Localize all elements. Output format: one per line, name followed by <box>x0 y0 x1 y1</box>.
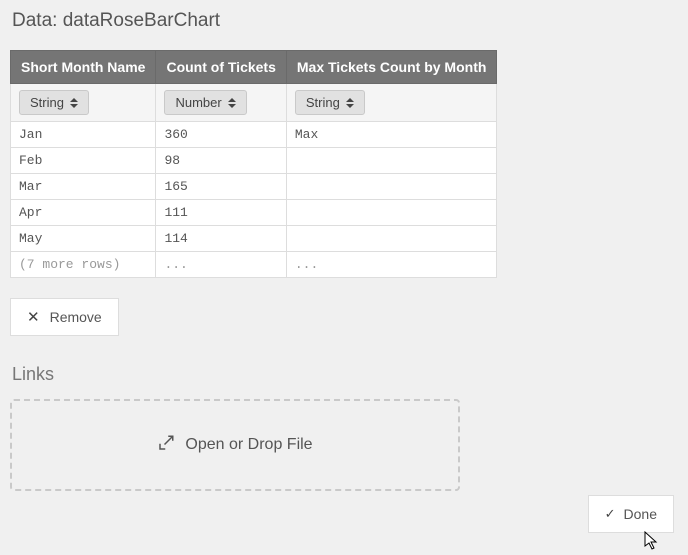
cell: Max <box>286 122 497 148</box>
cell: Feb <box>11 148 156 174</box>
table-row: Apr 111 <box>11 200 497 226</box>
close-icon: ✕ <box>27 310 40 325</box>
open-drop-file[interactable]: Open or Drop File <box>10 399 460 491</box>
links-title: Links <box>10 364 678 385</box>
remove-label: Remove <box>50 309 102 325</box>
cell: 114 <box>156 226 286 252</box>
table-row: Jan 360 Max <box>11 122 497 148</box>
type-row: String Number String <box>11 84 497 122</box>
cell <box>286 174 497 200</box>
open-file-icon <box>157 434 175 457</box>
column-header-short-month[interactable]: Short Month Name <box>11 51 156 84</box>
cursor-icon <box>644 531 660 551</box>
table-header-row: Short Month Name Count of Tickets Max Ti… <box>11 51 497 84</box>
done-button[interactable]: ✓ Done <box>588 495 674 533</box>
cell: 360 <box>156 122 286 148</box>
cell: 165 <box>156 174 286 200</box>
table-row: Feb 98 <box>11 148 497 174</box>
cell <box>286 200 497 226</box>
cell: Apr <box>11 200 156 226</box>
column-header-count[interactable]: Count of Tickets <box>156 51 286 84</box>
sort-icon <box>70 98 78 108</box>
dropzone-label: Open or Drop File <box>185 436 312 454</box>
cell-more: (7 more rows) <box>11 252 156 278</box>
type-label: Number <box>175 95 221 110</box>
done-label: Done <box>624 506 657 522</box>
type-label: String <box>30 95 64 110</box>
type-pill-col2[interactable]: Number <box>164 90 246 115</box>
data-title: Data: dataRoseBarChart <box>10 10 678 32</box>
cell: 98 <box>156 148 286 174</box>
type-label: String <box>306 95 340 110</box>
table-row-more: (7 more rows) ... ... <box>11 252 497 278</box>
cell <box>286 148 497 174</box>
cell: Jan <box>11 122 156 148</box>
remove-button[interactable]: ✕ Remove <box>10 298 119 336</box>
cell: May <box>11 226 156 252</box>
cell: Mar <box>11 174 156 200</box>
sort-icon <box>228 98 236 108</box>
sort-icon <box>346 98 354 108</box>
cell: 111 <box>156 200 286 226</box>
type-pill-col1[interactable]: String <box>19 90 89 115</box>
data-table: Short Month Name Count of Tickets Max Ti… <box>10 50 497 278</box>
table-row: Mar 165 <box>11 174 497 200</box>
cell-more: ... <box>286 252 497 278</box>
cell-more: ... <box>156 252 286 278</box>
table-row: May 114 <box>11 226 497 252</box>
type-pill-col3[interactable]: String <box>295 90 365 115</box>
check-icon: ✓ <box>605 506 616 522</box>
column-header-max[interactable]: Max Tickets Count by Month <box>286 51 497 84</box>
cell <box>286 226 497 252</box>
